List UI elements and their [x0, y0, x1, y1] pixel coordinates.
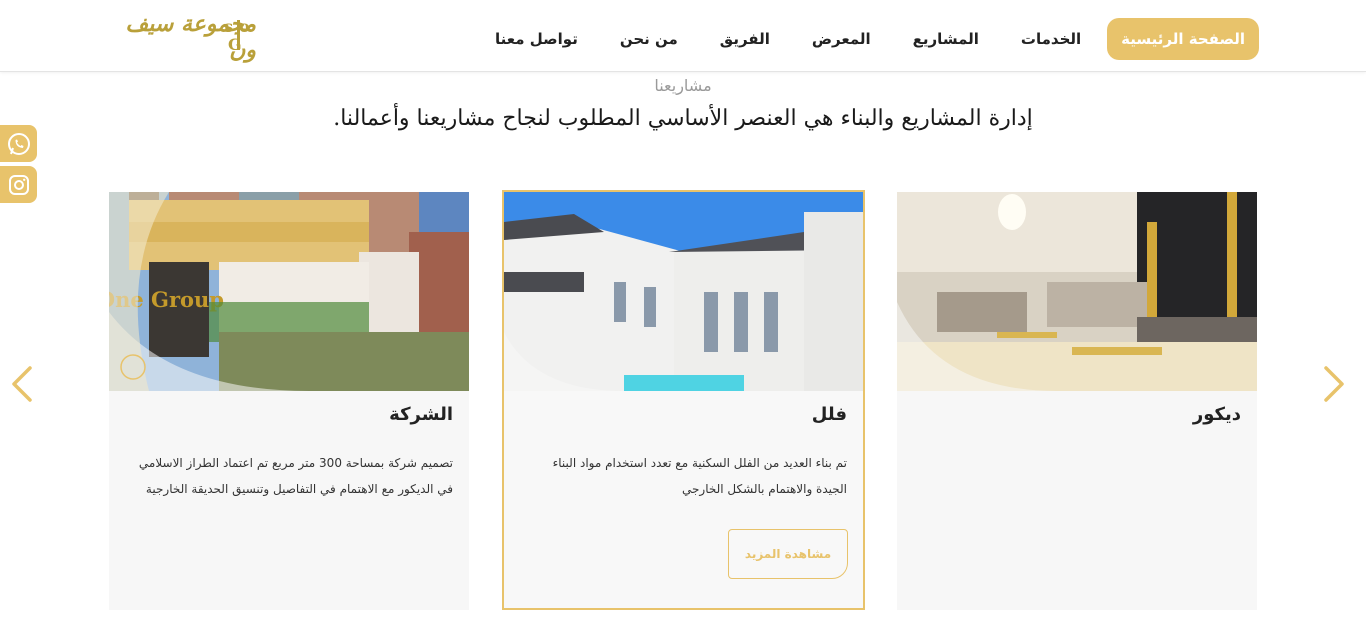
instagram-button[interactable]	[0, 166, 37, 203]
svg-text:o: o	[239, 17, 250, 36]
project-card-company[interactable]: Safe One Group الشركة تصميم شركة بمساحة …	[109, 192, 469, 610]
main-nav: الصفحة الرئيسية الخدمات المشاريع المعرض …	[467, 18, 1259, 60]
site-header: مجموعة سيف ون s o G الصفحة الرئيسية الخد…	[0, 0, 1366, 72]
nav-about[interactable]: من نحن	[606, 18, 692, 60]
project-card-villas[interactable]: فلل تم بناء العديد من الفلل السكنية مع ت…	[502, 190, 865, 610]
decor-photo	[897, 192, 1257, 391]
instagram-icon	[8, 174, 29, 195]
nav-services[interactable]: الخدمات	[1007, 18, 1095, 60]
section-kicker: مشاريعنا	[654, 76, 712, 95]
svg-text:s: s	[224, 17, 233, 36]
site-logo[interactable]: مجموعة سيف ون s o G	[104, 11, 258, 63]
card-title: فلل	[811, 404, 847, 425]
nav-contact[interactable]: تواصل معنا	[481, 18, 592, 60]
svg-text:G: G	[228, 35, 242, 54]
card-title: الشركة	[389, 404, 453, 425]
nav-home[interactable]: الصفحة الرئيسية	[1107, 18, 1259, 60]
villas-photo	[504, 192, 863, 391]
card-title: ديكور	[1192, 404, 1241, 425]
company-building-image: Safe One Group	[109, 192, 469, 391]
company-photo: Safe One Group	[109, 192, 469, 391]
card-description: تصميم شركة بمساحة 300 متر مربع تم اعتماد…	[138, 456, 453, 496]
nav-gallery[interactable]: المعرض	[798, 18, 885, 60]
villa-image	[504, 192, 863, 391]
nav-projects[interactable]: المشاريع	[899, 18, 993, 60]
logo-monogram-icon: s o G	[224, 17, 250, 54]
nav-team[interactable]: الفريق	[706, 18, 784, 60]
project-card-decor[interactable]: ديكور	[897, 192, 1257, 610]
section-headline: إدارة المشاريع والبناء هي العنصر الأساسي…	[333, 106, 1033, 131]
whatsapp-icon	[7, 132, 30, 155]
chevron-right-icon[interactable]	[1316, 364, 1352, 404]
decor-interior-image	[897, 192, 1257, 391]
card-description: تم بناء العديد من الفلل السكنية مع تعدد …	[552, 456, 847, 496]
view-more-button[interactable]: مشاهدة المزيد	[728, 529, 848, 579]
chevron-left-icon[interactable]	[4, 364, 40, 404]
